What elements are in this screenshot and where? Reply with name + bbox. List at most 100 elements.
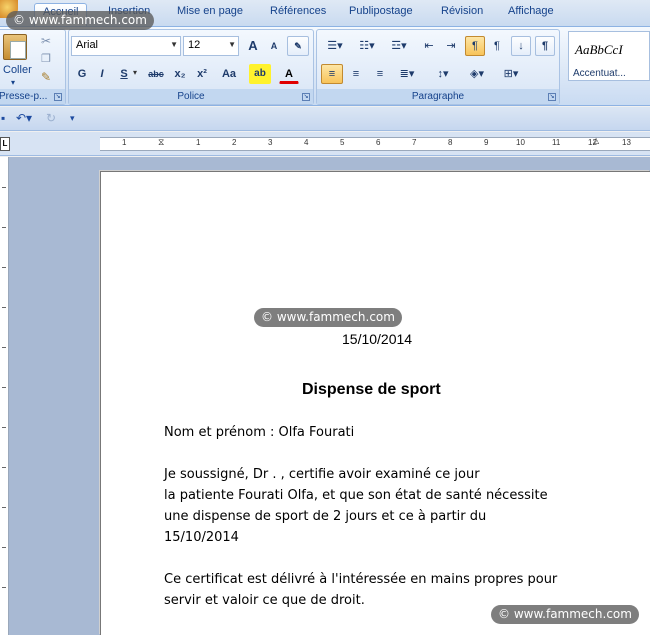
- ruler-number: 2: [232, 138, 237, 147]
- ruler-number: 6: [376, 138, 381, 147]
- body-paragraph: Je soussigné, Dr . , certifie avoir exam…: [164, 464, 624, 548]
- watermark-badge: © www.fammech.com: [6, 11, 154, 30]
- body-line: Je soussigné, Dr . , certifie avoir exam…: [164, 467, 480, 482]
- tab-revision[interactable]: Révision: [441, 5, 483, 17]
- ruler-tick: [2, 507, 6, 508]
- ruler-tick: [2, 307, 6, 308]
- ruler-tick: [2, 547, 6, 548]
- ruler-number: 5: [340, 138, 345, 147]
- watermark-badge: © www.fammech.com: [254, 308, 402, 327]
- ruler-tick: [2, 267, 6, 268]
- ruler-tick: [2, 587, 6, 588]
- paragraph-launcher-icon[interactable]: ↘: [548, 93, 556, 101]
- change-case-button[interactable]: Aa: [217, 64, 241, 84]
- tab-stop-selector[interactable]: L: [0, 137, 10, 151]
- paste-label[interactable]: Coller: [3, 64, 32, 76]
- font-color-button[interactable]: A: [279, 64, 299, 84]
- ltr-direction-icon[interactable]: ¶: [465, 36, 485, 56]
- style-name: Accentuat...: [573, 68, 626, 79]
- name-line: Nom et prénom : Olfa Fourati: [164, 422, 624, 443]
- ribbon: Coller ▾ ✂ ❐ ✎ Presse-p... ↘ Arial ▼ 12 …: [0, 26, 650, 106]
- align-left-icon[interactable]: ≡: [321, 64, 343, 84]
- ruler-number: 1: [196, 138, 201, 147]
- style-gallery-item[interactable]: AaBbCcI Accentuat...: [568, 31, 650, 81]
- bullets-icon[interactable]: ☰▾: [321, 36, 349, 56]
- ruler-number: 9: [484, 138, 489, 147]
- justify-icon[interactable]: ≣▾: [393, 64, 421, 84]
- save-icon[interactable]: ▪: [1, 111, 5, 125]
- font-size-combo[interactable]: 12 ▼: [183, 36, 239, 56]
- superscript-button[interactable]: x²: [193, 64, 211, 84]
- align-right-icon[interactable]: ≡: [369, 64, 391, 84]
- clear-format-icon[interactable]: ✎: [287, 36, 309, 56]
- ruler-number: 10: [516, 138, 525, 147]
- name-line-text: Nom et prénom : Olfa Fourati: [164, 425, 355, 440]
- undo-icon[interactable]: ↶▾: [16, 111, 32, 125]
- tab-affichage[interactable]: Affichage: [508, 5, 554, 17]
- ruler-tick: [2, 347, 6, 348]
- shrink-font-button[interactable]: A: [265, 36, 283, 56]
- body-line: une dispense de sport de 2 jours et ce à…: [164, 509, 487, 524]
- increase-indent-icon[interactable]: ⇥: [441, 36, 461, 56]
- ruler-tick: [2, 187, 6, 188]
- ruler-tick: [2, 227, 6, 228]
- tab-mise-en-page[interactable]: Mise en page: [177, 5, 243, 17]
- document-area: 15/10/2014 Dispense de sport Nom et prén…: [0, 157, 650, 635]
- strikethrough-button[interactable]: abc: [145, 64, 167, 84]
- clipboard-group: Coller ▾ ✂ ❐ ✎ Presse-p... ↘: [0, 29, 66, 105]
- ruler-number: 7: [412, 138, 417, 147]
- rtl-direction-icon[interactable]: ¶: [487, 36, 507, 56]
- ruler-number: 13: [622, 138, 631, 147]
- paragraph-group: ☰▾ ☷▾ ☲▾ ⇤ ⇥ ¶ ¶ ↓ ¶ ≡ ≡ ≡ ≣▾ ↕▾ ◈▾ ⊞▾ P…: [316, 29, 560, 105]
- align-center-icon[interactable]: ≡: [345, 64, 367, 84]
- paragraph-group-label: Paragraphe: [317, 89, 559, 104]
- borders-icon[interactable]: ⊞▾: [497, 64, 525, 84]
- highlight-button[interactable]: ab: [249, 64, 271, 84]
- horizontal-ruler[interactable]: L 1 1 2 3 4 5 6 7 8 9 10 11 12 13 ⧖ △: [0, 132, 650, 156]
- font-launcher-icon[interactable]: ↘: [302, 93, 310, 101]
- underline-button[interactable]: S: [115, 64, 133, 84]
- decrease-indent-icon[interactable]: ⇤: [419, 36, 439, 56]
- font-group: Arial ▼ 12 ▼ A A ✎ G I S ▾ abc x₂ x² Aa …: [68, 29, 314, 105]
- ruler-number: 11: [552, 138, 561, 147]
- show-formatting-icon[interactable]: ¶: [535, 36, 555, 56]
- line-spacing-icon[interactable]: ↕▾: [429, 64, 457, 84]
- multilevel-list-icon[interactable]: ☲▾: [385, 36, 413, 56]
- sort-icon[interactable]: ↓: [511, 36, 531, 56]
- numbering-icon[interactable]: ☷▾: [353, 36, 381, 56]
- subscript-button[interactable]: x₂: [171, 64, 189, 84]
- bold-button[interactable]: G: [73, 64, 91, 84]
- chevron-down-icon[interactable]: ▾: [133, 68, 137, 77]
- tab-publipostage[interactable]: Publipostage: [349, 5, 413, 17]
- grow-font-button[interactable]: A: [243, 36, 263, 56]
- copy-icon[interactable]: ❐: [41, 52, 51, 65]
- font-group-label: Police: [69, 89, 313, 104]
- vertical-ruler[interactable]: [0, 157, 9, 635]
- format-painter-icon[interactable]: ✎: [41, 70, 51, 84]
- document-title: Dispense de sport: [302, 381, 441, 398]
- ruler-number: 1: [122, 138, 127, 147]
- chevron-down-icon[interactable]: ▼: [170, 40, 178, 49]
- redo-icon[interactable]: ↻: [46, 111, 56, 125]
- indent-marker-icon[interactable]: ⧖: [158, 137, 164, 148]
- italic-button[interactable]: I: [93, 64, 111, 84]
- font-name-combo[interactable]: Arial ▼: [71, 36, 181, 56]
- cut-icon[interactable]: ✂: [41, 34, 51, 48]
- clipboard-launcher-icon[interactable]: ↘: [54, 93, 62, 101]
- body-line: 15/10/2014: [164, 530, 239, 545]
- body-line: la patiente Fourati Olfa, et que son éta…: [164, 488, 548, 503]
- document-page[interactable]: 15/10/2014 Dispense de sport Nom et prén…: [100, 171, 650, 635]
- tab-references[interactable]: Références: [270, 5, 326, 17]
- customize-toolbar-icon[interactable]: ▾: [70, 113, 75, 124]
- closing-line: Ce certificat est délivré à l'intéressée…: [164, 572, 558, 587]
- font-size-value: 12: [188, 39, 201, 51]
- ruler-tick: [2, 427, 6, 428]
- paste-dropdown-icon[interactable]: ▾: [11, 78, 15, 87]
- ruler-number: 8: [448, 138, 453, 147]
- right-indent-marker-icon[interactable]: △: [593, 136, 599, 145]
- paste-icon[interactable]: [3, 34, 27, 60]
- ruler-strip: 1 1 2 3 4 5 6 7 8 9 10 11 12 13 ⧖ △: [100, 136, 650, 151]
- shading-icon[interactable]: ◈▾: [463, 64, 491, 84]
- chevron-down-icon[interactable]: ▼: [228, 40, 236, 49]
- ruler-number: 3: [268, 138, 273, 147]
